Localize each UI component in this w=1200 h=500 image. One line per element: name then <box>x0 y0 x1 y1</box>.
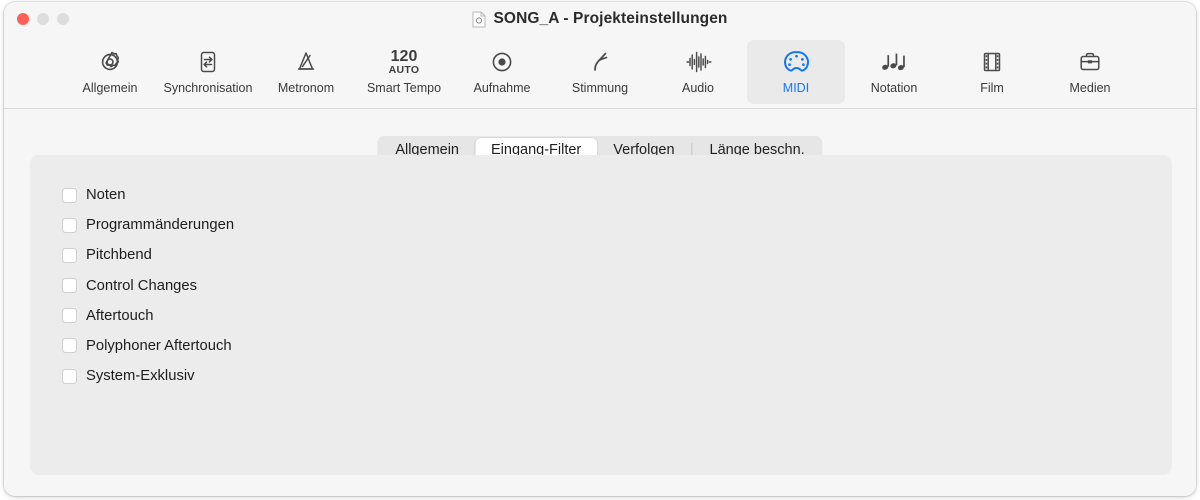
toolbar-item-medien[interactable]: Medien <box>1041 40 1139 104</box>
checkbox-label: Control Changes <box>86 277 198 294</box>
toolbar-item-label: Medien <box>1069 81 1111 95</box>
toolbar-item-label: Allgemein <box>82 81 138 95</box>
toolbar-item-label: Aufnahme <box>473 81 531 95</box>
tuning-fork-icon <box>587 47 613 77</box>
toolbar-item-label: Metronom <box>277 81 335 95</box>
toolbar-item-label: Synchronisation <box>163 81 253 95</box>
toolbar-item-label: Film <box>980 81 1004 95</box>
film-strip-icon <box>979 47 1005 77</box>
checkbox-label: Programmänderungen <box>86 217 235 234</box>
gear-icon <box>97 47 123 77</box>
midi-din-icon <box>783 47 810 77</box>
checkbox-label: System-Exklusiv <box>86 368 195 385</box>
toolbar-item-synchronisation[interactable]: Synchronisation <box>159 40 257 104</box>
tempo-mode: AUTO <box>388 64 420 76</box>
document-icon <box>472 11 486 27</box>
toolbar-item-label: Stimmung <box>571 81 629 95</box>
toolbar-item-film[interactable]: Film <box>943 40 1041 104</box>
midi-filter-checkbox-list: Noten Programmänderungen Pitchbend Contr… <box>62 187 234 384</box>
checkbox-row-noten[interactable]: Noten <box>62 187 234 203</box>
checkbox-label: Pitchbend <box>86 247 152 264</box>
checkbox-pitchbend[interactable] <box>62 247 77 263</box>
checkbox-label: Polyphoner Aftertouch <box>86 337 232 354</box>
window-title: SONG_A - Projekteinstellungen <box>493 10 728 27</box>
toolbar-item-aufnahme[interactable]: Aufnahme <box>453 40 551 104</box>
waveform-icon <box>684 47 712 77</box>
checkbox-noten[interactable] <box>62 187 77 203</box>
toolbar-item-label: Smart Tempo <box>366 81 442 95</box>
project-settings-window: SONG_A - Projekteinstellungen Allgemein <box>4 2 1196 496</box>
checkbox-label: Aftertouch <box>86 307 154 324</box>
tempo-value: 120 <box>390 48 418 65</box>
toolbar-item-midi[interactable]: MIDI <box>747 40 845 104</box>
checkbox-programmaenderungen[interactable] <box>62 217 77 233</box>
window-title-group: SONG_A - Projekteinstellungen <box>4 10 1196 28</box>
checkbox-polyphoner-aftertouch[interactable] <box>62 338 77 354</box>
record-circle-icon <box>489 47 515 77</box>
briefcase-icon <box>1077 47 1103 77</box>
toolbar-item-allgemein[interactable]: Allgemein <box>61 40 159 104</box>
checkbox-row-pitchbend[interactable]: Pitchbend <box>62 247 234 263</box>
checkbox-row-programmaenderungen[interactable]: Programmänderungen <box>62 217 234 233</box>
toolbar-item-label: Notation <box>870 81 918 95</box>
settings-content: Allgemein Eingang-Filter Verfolgen Länge… <box>4 109 1196 496</box>
checkbox-row-polyphoner-aftertouch[interactable]: Polyphoner Aftertouch <box>62 338 234 354</box>
eingang-filter-panel: Noten Programmänderungen Pitchbend Contr… <box>30 155 1172 475</box>
tempo-text-icon: 120 AUTO <box>389 47 420 77</box>
checkbox-row-system-exklusiv[interactable]: System-Exklusiv <box>62 368 234 384</box>
checkbox-row-control-changes[interactable]: Control Changes <box>62 278 234 294</box>
checkbox-control-changes[interactable] <box>62 278 77 294</box>
checkbox-system-exklusiv[interactable] <box>62 368 77 384</box>
toolbar-item-metronom[interactable]: Metronom <box>257 40 355 104</box>
window-titlebar: SONG_A - Projekteinstellungen <box>4 2 1196 38</box>
metronome-icon <box>293 47 319 77</box>
music-notes-icon <box>880 47 908 77</box>
toolbar-item-notation[interactable]: Notation <box>845 40 943 104</box>
toolbar-item-label: Audio <box>682 81 714 95</box>
checkbox-label: Noten <box>86 187 126 203</box>
checkbox-aftertouch[interactable] <box>62 308 77 324</box>
toolbar-item-stimmung[interactable]: Stimmung <box>551 40 649 104</box>
toolbar-item-label: MIDI <box>782 81 810 95</box>
settings-toolbar: Allgemein Synchronisation Metronom 120 A… <box>4 38 1196 109</box>
toolbar-item-audio[interactable]: Audio <box>649 40 747 104</box>
toolbar-item-smart-tempo[interactable]: 120 AUTO Smart Tempo <box>355 40 453 104</box>
checkbox-row-aftertouch[interactable]: Aftertouch <box>62 308 234 324</box>
sync-arrows-icon <box>195 47 221 77</box>
